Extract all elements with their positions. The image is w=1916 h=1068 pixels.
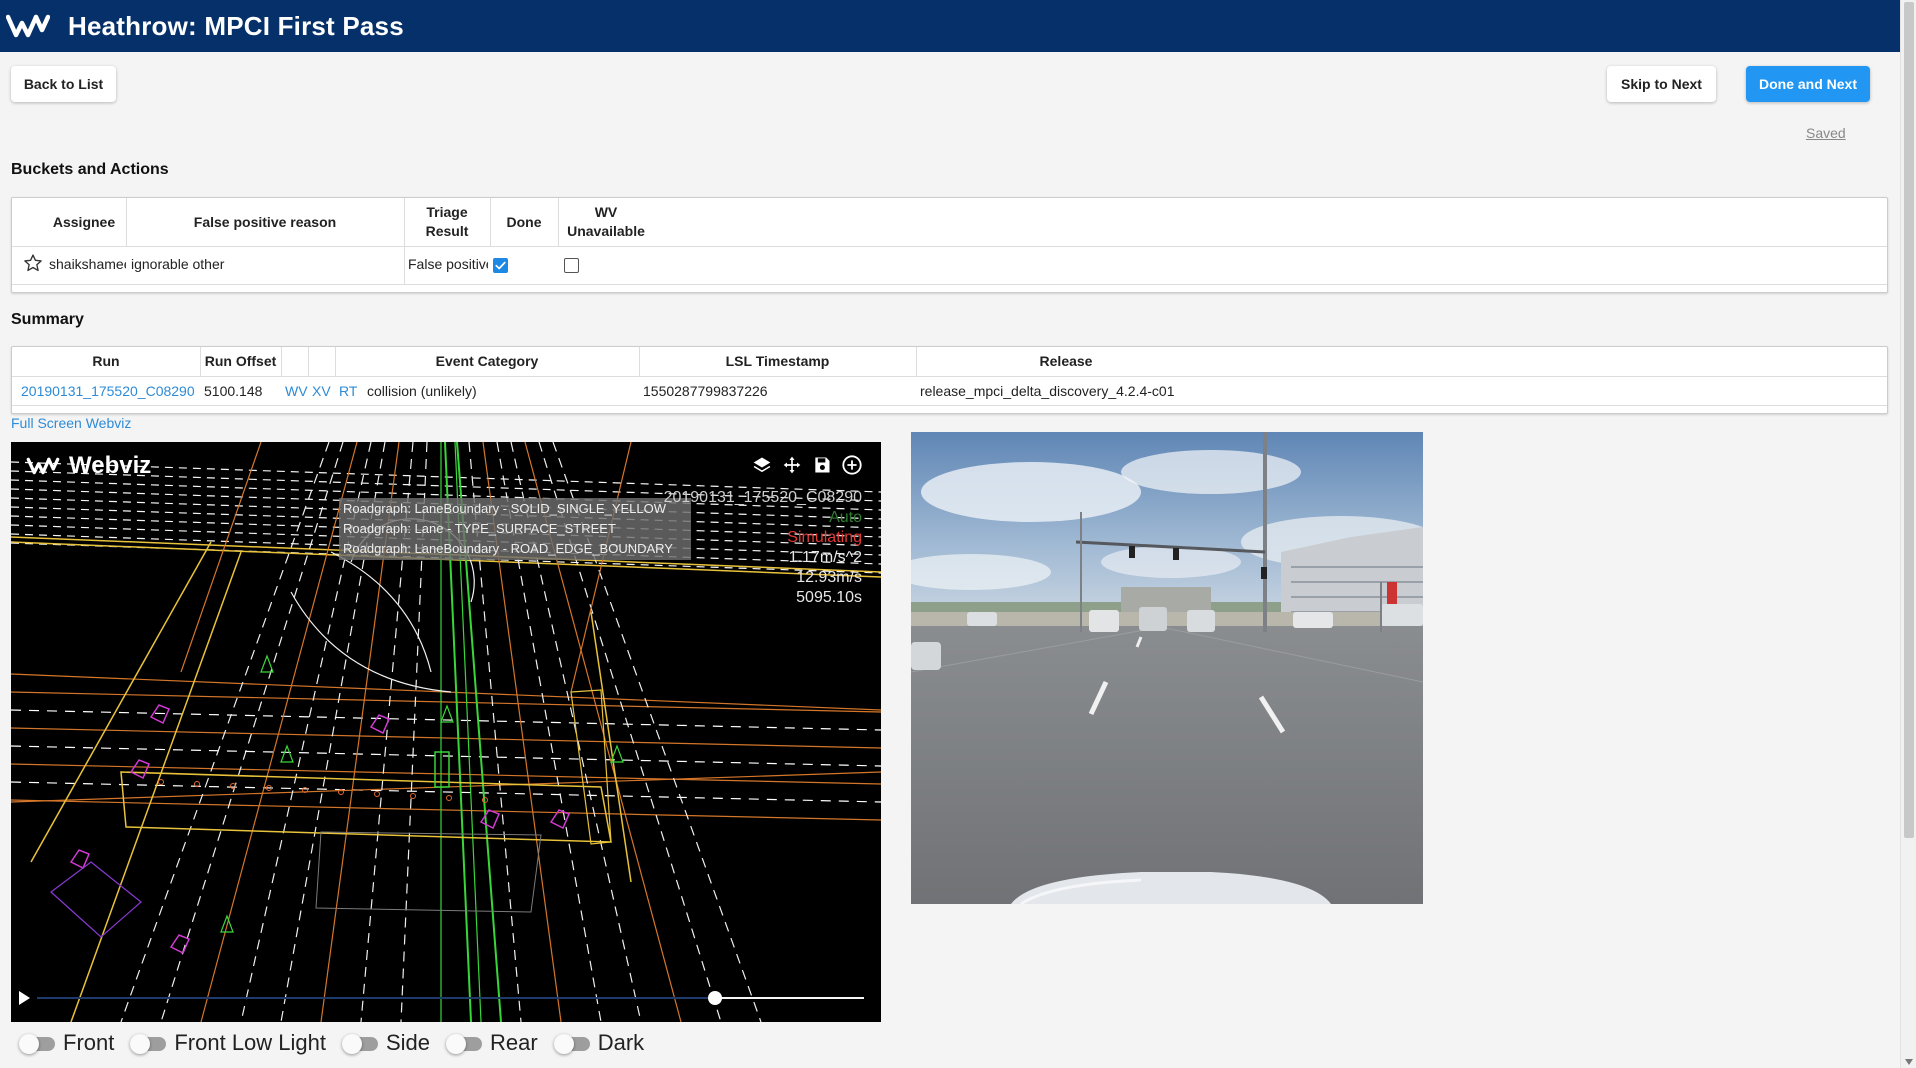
vehicle-hud: 20190131_175520_C08290 Auto Simulating 1… — [664, 488, 862, 608]
scroll-down-icon[interactable] — [1905, 1059, 1913, 1065]
col-header-event-category: Event Category — [435, 353, 539, 369]
toggle-switch[interactable] — [342, 1033, 378, 1054]
add-circle-icon[interactable] — [841, 454, 863, 476]
col-header-triage-result: Triage Result — [425, 204, 469, 239]
camera-toggle-group: Front Front Low Light Side Rear Dark — [19, 1030, 660, 1056]
playback-remaining — [715, 997, 864, 999]
back-to-list-button[interactable]: Back to List — [11, 66, 116, 102]
roadgraph-tooltip: Roadgraph: LaneBoundary - SOLID_SINGLE_Y… — [339, 498, 691, 560]
summary-section-title: Summary — [11, 311, 84, 328]
layers-icon[interactable] — [751, 454, 773, 476]
checkmark-icon — [495, 261, 506, 270]
waymo-logo-icon — [26, 457, 60, 475]
skip-to-next-button[interactable]: Skip to Next — [1607, 66, 1716, 102]
saved-status-link[interactable]: Saved — [1806, 125, 1846, 141]
column-divider — [308, 347, 309, 376]
toggle-front[interactable]: Front — [19, 1030, 114, 1056]
webviz-viewer[interactable]: Webviz Roadgraph: LaneBoundary - SOLID_S… — [11, 442, 881, 1022]
save-icon[interactable] — [811, 454, 833, 476]
done-checkbox[interactable] — [493, 258, 508, 273]
run-offset-value: 5100.148 — [204, 383, 263, 399]
col-header-run: Run — [92, 353, 120, 369]
star-icon[interactable] — [23, 253, 43, 273]
col-header-lsl-timestamp: LSL Timestamp — [725, 353, 830, 369]
row-divider — [12, 405, 1887, 406]
toggle-side[interactable]: Side — [342, 1030, 430, 1056]
col-header-release: Release — [1039, 353, 1093, 369]
scrollbar-thumb[interactable] — [1904, 2, 1914, 838]
col-header-done: Done — [506, 213, 542, 230]
toggle-rear[interactable]: Rear — [446, 1030, 538, 1056]
xv-link[interactable]: XV — [312, 383, 331, 399]
col-header-run-offset: Run Offset — [204, 353, 277, 369]
summary-table: Run Run Offset Event Category LSL Timest… — [11, 346, 1888, 414]
col-header-assignee: Assignee — [52, 213, 116, 230]
webviz-brand: Webviz — [23, 452, 151, 480]
rt-link[interactable]: RT — [339, 383, 357, 399]
column-divider — [281, 347, 282, 376]
tooltip-line: Roadgraph: Lane - TYPE_SURFACE_STREET — [343, 521, 616, 536]
done-and-next-button[interactable]: Done and Next — [1746, 66, 1870, 102]
toggle-front-low-light[interactable]: Front Low Light — [130, 1030, 326, 1056]
event-category-value: collision (unlikely) — [367, 383, 477, 399]
waymo-logo-icon — [6, 14, 50, 38]
run-link[interactable]: 20190131_175520_C08290 — [21, 383, 195, 399]
hud-time: 5095.10s — [796, 589, 862, 606]
webviz-toolbar — [751, 454, 863, 476]
hud-mode: Auto — [829, 509, 862, 526]
webviz-title: Webviz — [69, 452, 152, 479]
play-icon[interactable] — [17, 990, 31, 1006]
header-divider — [12, 246, 1887, 247]
col-header-wv-unavailable: WV Unavailable — [567, 204, 645, 239]
hud-run-id: 20190131_175520_C08290 — [663, 489, 862, 506]
col-header-false-positive-reason: False positive reason — [193, 213, 337, 230]
wv-link[interactable]: WV — [285, 383, 308, 399]
street-scene — [911, 432, 1423, 904]
app-header: Heathrow: MPCI First Pass — [0, 0, 1900, 52]
toggle-label: Dark — [597, 1030, 645, 1055]
app-title: Heathrow: MPCI First Pass — [68, 10, 404, 41]
false-positive-reason-select[interactable]: ignorable other — [131, 256, 401, 272]
front-camera-image — [911, 432, 1423, 904]
toggle-switch[interactable] — [19, 1033, 55, 1054]
tooltip-line: Roadgraph: LaneBoundary - SOLID_SINGLE_Y… — [343, 501, 667, 516]
hud-acceleration: 1.17m/s^2 — [788, 549, 862, 566]
hud-status: Simulating — [787, 529, 862, 546]
toggle-label: Rear — [490, 1030, 538, 1055]
buckets-table: Assignee False positive reason Triage Re… — [11, 197, 1888, 293]
tooltip-line: Roadgraph: LaneBoundary - ROAD_EDGE_BOUN… — [343, 541, 673, 556]
release-value: release_mpci_delta_discovery_4.2.4-c01 — [920, 383, 1175, 399]
lsl-timestamp-value: 1550287799837226 — [643, 383, 768, 399]
toggle-label: Front — [63, 1030, 115, 1055]
toggle-switch[interactable] — [446, 1033, 483, 1054]
page-scrollbar[interactable] — [1900, 0, 1916, 1068]
full-screen-webviz-link[interactable]: Full Screen Webviz — [11, 415, 131, 431]
row-divider — [12, 284, 1887, 285]
wv-unavailable-checkbox[interactable] — [564, 258, 579, 273]
hud-speed: 12.93m/s — [796, 569, 862, 586]
toggle-label: Front Low Light — [174, 1030, 326, 1055]
toggle-switch[interactable] — [553, 1033, 590, 1054]
toggle-label: Side — [386, 1030, 431, 1055]
assignee-value: shaikshameer — [49, 256, 126, 272]
move-icon[interactable] — [781, 454, 803, 476]
toggle-switch[interactable] — [130, 1033, 167, 1054]
header-divider — [12, 376, 1887, 377]
buckets-section-title: Buckets and Actions — [11, 161, 169, 178]
triage-result-select[interactable]: False positive — [408, 256, 488, 272]
toggle-dark[interactable]: Dark — [553, 1030, 645, 1056]
